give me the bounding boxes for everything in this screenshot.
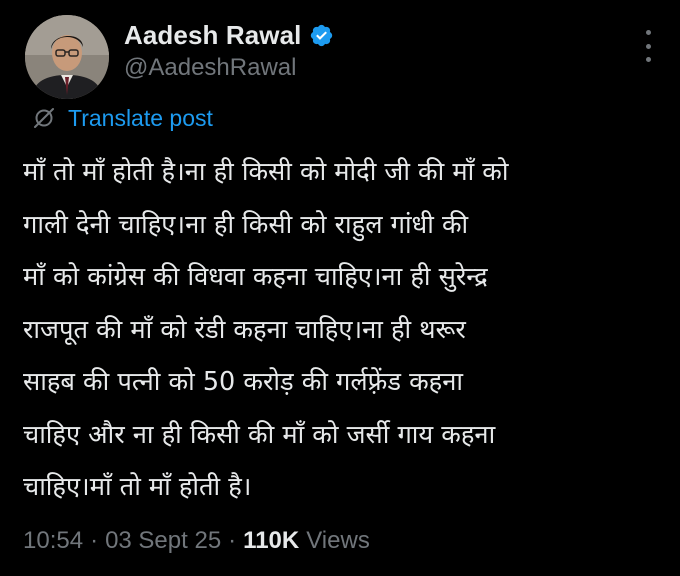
translate-post-button[interactable]: Translate post	[32, 103, 213, 133]
post-time[interactable]: 10:54	[23, 527, 83, 555]
separator-dot: ·	[228, 527, 237, 554]
display-name[interactable]: Aadesh Rawal	[124, 20, 302, 51]
more-options-icon[interactable]	[636, 30, 660, 62]
globe-slash-icon	[32, 106, 56, 130]
avatar[interactable]	[25, 15, 109, 99]
post-text-line: गाली देनी चाहिए।ना ही किसी को राहुल गांध…	[23, 209, 469, 240]
views-count[interactable]: 110K	[243, 527, 299, 555]
author-name-row[interactable]: Aadesh Rawal	[124, 18, 334, 52]
post-metadata: 10:54 · 03 Sept 25 · 110K Views	[23, 523, 370, 559]
post-text-line: माँ तो माँ होती है।ना ही किसी को मोदी जी…	[23, 157, 509, 187]
post-text-line: राजपूत की माँ को रंडी कहना चाहिए।ना ही थ…	[23, 314, 466, 345]
post-card[interactable]: Aadesh Rawal @AadeshRawal Translate post…	[0, 0, 680, 576]
post-date[interactable]: 03 Sept 25	[105, 527, 221, 555]
post-text-line: चाहिए और ना ही किसी की माँ को जर्सी गाय …	[23, 419, 496, 450]
views-label: Views	[306, 527, 370, 554]
author-handle[interactable]: @AadeshRawal	[124, 54, 296, 82]
translate-post-label: Translate post	[68, 104, 213, 131]
post-text-line: साहब की पत्नी को 50 करोड़ की गर्लफ़्रेंड…	[23, 367, 463, 397]
post-text-line: माँ को कांग्रेस की विधवा कहना चाहिए।ना ह…	[23, 262, 488, 292]
verified-badge-icon	[309, 23, 334, 48]
post-text: माँ तो माँ होती है।ना ही किसी को मोदी जी…	[23, 146, 669, 514]
separator-dot: ·	[90, 527, 99, 554]
post-text-line: चाहिए।माँ तो माँ होती है।	[23, 472, 252, 502]
profile-photo	[25, 15, 109, 99]
